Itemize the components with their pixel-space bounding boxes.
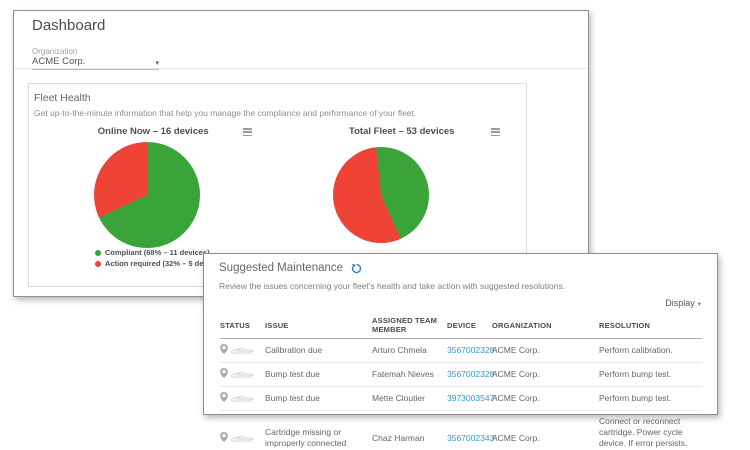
issue-cell: Cartridge missing or improperly connecte…: [265, 411, 372, 450]
col-resolution: RESOLUTION: [599, 314, 702, 339]
legend-dot-icon: [95, 261, 101, 267]
device-link[interactable]: 3567002328: [447, 345, 494, 355]
organization-cell: ACME Corp.: [492, 339, 599, 363]
organization-cell: ACME Corp.: [492, 411, 599, 450]
device-link[interactable]: 3567002343: [447, 433, 494, 443]
status-badge: offline: [231, 370, 254, 380]
page-title: Dashboard: [32, 17, 105, 34]
chart-menu-icon[interactable]: [243, 128, 252, 136]
fleet-health-title: Fleet Health: [34, 92, 526, 104]
status-badge: offline: [231, 346, 254, 356]
organization-cell: ACME Corp.: [492, 387, 599, 411]
organization-selected-value: ACME Corp.: [32, 56, 85, 67]
status-badge: offline: [231, 434, 254, 444]
assigned-member-cell: Chaz Harman: [372, 411, 447, 450]
status-cell: offline: [220, 411, 265, 450]
table-row: offline Calibration dueArturo Chmela35670…: [220, 339, 702, 363]
chart-title-online-now: Online Now – 16 devices: [29, 126, 278, 137]
legend-label: Compliant (68% – 11 devices): [105, 248, 210, 257]
device-cell: 3567002328: [447, 363, 492, 387]
maintenance-table: STATUS ISSUE ASSIGNED TEAM MEMBER DEVICE…: [220, 314, 702, 450]
chart-title-total-fleet: Total Fleet – 53 devices: [278, 126, 527, 137]
chevron-down-icon: ▾: [155, 60, 159, 67]
col-organization: ORGANIZATION: [492, 314, 599, 339]
issue-cell: Bump test due: [265, 387, 372, 411]
table-row: offline Bump test dueMette Cloutier397300…: [220, 387, 702, 411]
chevron-down-icon: ▾: [698, 301, 701, 308]
col-device: DEVICE: [447, 314, 492, 339]
col-assigned-team-member: ASSIGNED TEAM MEMBER: [372, 314, 447, 339]
pie-chart-online-now: [94, 142, 200, 248]
assigned-member-cell: Arturo Chmela: [372, 339, 447, 363]
display-dropdown[interactable]: Display▾: [665, 298, 701, 308]
maintenance-title: Suggested Maintenance: [219, 262, 343, 274]
organization-cell: ACME Corp.: [492, 363, 599, 387]
issue-cell: Calibration due: [265, 339, 372, 363]
device-cell: 3567002343: [447, 411, 492, 450]
status-badge: offline: [231, 394, 254, 404]
status-cell: offline: [220, 339, 265, 363]
resolution-cell: Perform bump test.: [599, 363, 702, 387]
resolution-cell: Perform calibration.: [599, 339, 702, 363]
device-link[interactable]: 3973003547: [447, 393, 494, 403]
chart-menu-icon[interactable]: [491, 128, 500, 136]
fleet-health-subtitle: Get up-to-the-minute information that he…: [34, 108, 526, 118]
status-cell: offline: [220, 363, 265, 387]
location-pin-icon: [220, 434, 228, 444]
resolution-cell: Connect or reconnect cartridge. Power cy…: [599, 411, 702, 450]
desktop: Dashboard Organization ACME Corp. ▾ Flee…: [0, 0, 750, 450]
pie-chart-total-fleet: [333, 147, 429, 243]
device-cell: 3567002328: [447, 339, 492, 363]
organization-label: Organization: [32, 47, 77, 56]
resolution-cell: Perform bump test.: [599, 387, 702, 411]
suggested-maintenance-window: Suggested Maintenance Review the issues …: [203, 253, 718, 415]
refresh-icon[interactable]: [351, 263, 362, 274]
device-link[interactable]: 3567002328: [447, 369, 494, 379]
location-pin-icon: [220, 394, 228, 404]
location-pin-icon: [220, 370, 228, 380]
col-issue: ISSUE: [265, 314, 372, 339]
table-row: offline Cartridge missing or improperly c…: [220, 411, 702, 450]
assigned-member-cell: Mette Cloutier: [372, 387, 447, 411]
table-header-row: STATUS ISSUE ASSIGNED TEAM MEMBER DEVICE…: [220, 314, 702, 339]
table-row: offline Bump test dueFatemah Nieves356700…: [220, 363, 702, 387]
header-divider: [14, 68, 588, 69]
col-status: STATUS: [220, 314, 265, 339]
maintenance-title-row: Suggested Maintenance: [219, 262, 362, 274]
maintenance-subtitle: Review the issues concerning your fleet'…: [219, 281, 565, 291]
maintenance-table-body: offlineCalibration dueArturo Chmela35670…: [220, 339, 702, 450]
legend-dot-icon: [95, 250, 101, 256]
location-pin-icon: [220, 346, 228, 356]
device-cell: 3973003547: [447, 387, 492, 411]
assigned-member-cell: Fatemah Nieves: [372, 363, 447, 387]
issue-cell: Bump test due: [265, 363, 372, 387]
status-cell: offline: [220, 387, 265, 411]
